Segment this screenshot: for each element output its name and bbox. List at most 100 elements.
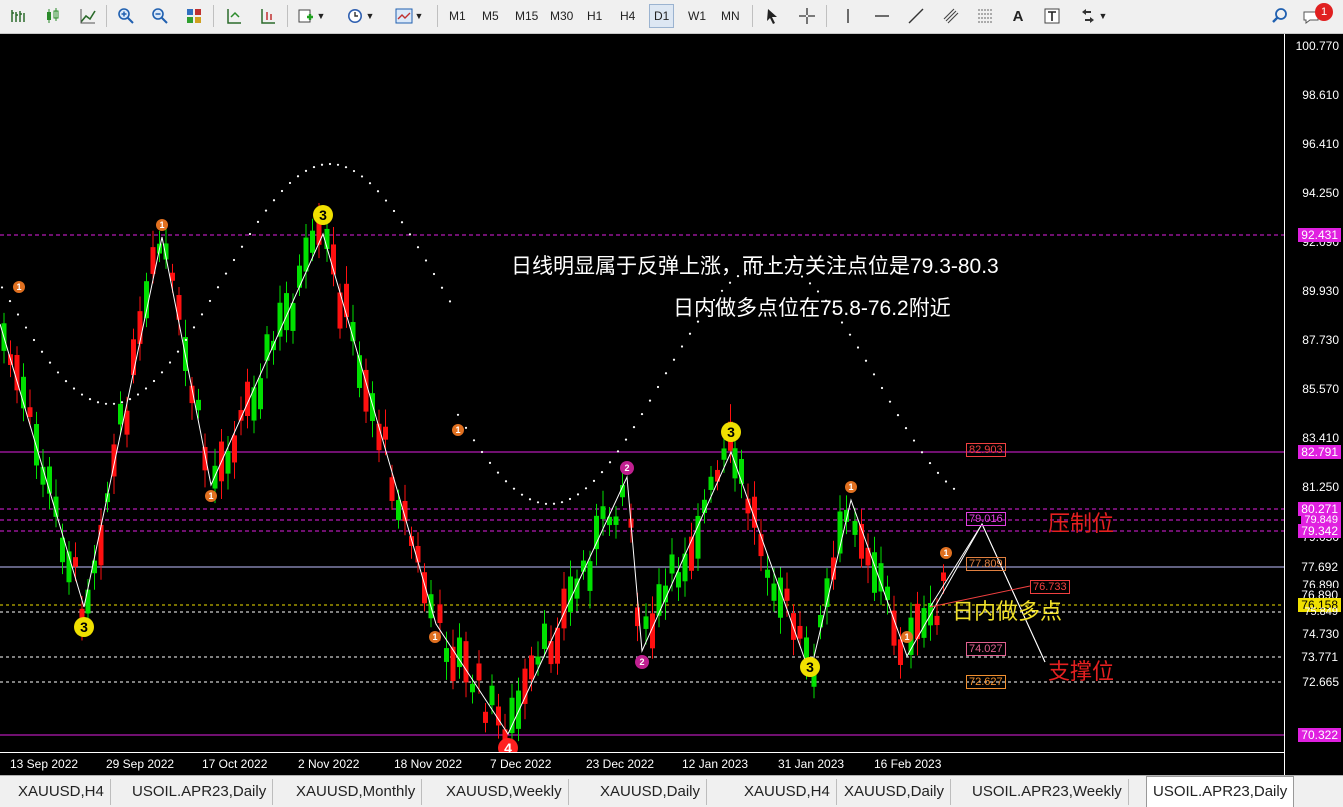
candle-body	[529, 655, 534, 680]
price-tick: 87.730	[1302, 333, 1339, 347]
sar-dot	[552, 502, 556, 505]
indicators-icon[interactable]: ▼	[296, 4, 326, 28]
timeframe-w1[interactable]: W1	[683, 4, 711, 28]
candle-body	[516, 690, 521, 729]
sar-dot	[216, 286, 220, 289]
candle-body	[14, 354, 20, 391]
candle-body	[721, 448, 727, 460]
chart-tabs: XAUUSD,H4 USOIL.APR23,Daily XAUUSD,Month…	[0, 775, 1343, 807]
crosshair-icon[interactable]	[795, 4, 819, 28]
sar-dot	[584, 487, 588, 490]
candle-body	[509, 697, 515, 734]
tab-xauusd-daily-2[interactable]: XAUUSD,Daily	[838, 779, 952, 805]
horizontal-line-icon[interactable]	[870, 4, 894, 28]
sar-dot	[264, 209, 268, 212]
zoom-out-icon[interactable]	[148, 4, 172, 28]
sar-dot	[32, 338, 36, 342]
tab-usoil-weekly[interactable]: USOIL.APR23,Weekly	[966, 779, 1129, 805]
zoom-in-icon[interactable]	[114, 4, 138, 28]
candle-body	[118, 403, 123, 425]
tab-xauusd-daily[interactable]: XAUUSD,Daily	[594, 779, 708, 805]
sar-dot	[120, 401, 124, 404]
wave-label-w1: 1	[208, 491, 213, 501]
sar-dot	[880, 386, 884, 390]
timeframe-h1[interactable]: H1	[582, 4, 607, 28]
candle-body	[489, 685, 495, 706]
price-chart[interactable]: 111111112233334 100.770 98.610 96.410 94…	[0, 34, 1343, 775]
periods-clock-icon[interactable]: ▼	[342, 4, 378, 28]
line-chart-icon[interactable]	[76, 4, 100, 28]
time-tick: 23 Dec 2022	[586, 757, 655, 771]
sar-dot	[504, 480, 508, 483]
price-marker-77692: 77.692	[1298, 560, 1341, 574]
candle-body	[771, 583, 777, 601]
tab-xauusd-h4-2[interactable]: XAUUSD,H4	[738, 779, 837, 805]
sar-dot	[728, 281, 732, 284]
label-74027: 74.027	[966, 642, 1006, 656]
sar-dot	[80, 393, 84, 396]
candlestick-icon[interactable]	[41, 4, 65, 28]
sar-dot	[888, 400, 892, 403]
sar-dot	[248, 232, 252, 236]
sar-dot	[472, 439, 476, 442]
toolbar: ▼ ▼ ▼ M1 M5 M15 M30 H1 H4 D1 W1 MN A ▼ 1	[0, 0, 1343, 34]
wave-label-w2: 2	[624, 463, 629, 473]
vertical-line-icon[interactable]	[836, 4, 860, 28]
chart-canvas: 111111112233334	[0, 162, 1285, 753]
text-icon[interactable]: A	[1006, 4, 1030, 28]
price-marker-79342: 79.342	[1298, 524, 1341, 538]
candle-body	[27, 407, 33, 417]
timeframe-m5[interactable]: M5	[477, 4, 504, 28]
tab-xauusd-h4[interactable]: XAUUSD,H4	[12, 779, 111, 805]
sar-dot	[848, 333, 852, 336]
wave-label-w1: 1	[943, 548, 948, 558]
timeframe-mn[interactable]: MN	[716, 4, 745, 28]
auto-scroll-icon[interactable]	[222, 4, 246, 28]
templates-icon[interactable]: ▼	[390, 4, 428, 28]
tab-xauusd-monthly[interactable]: XAUUSD,Monthly	[290, 779, 423, 805]
search-icon[interactable]	[1268, 4, 1292, 28]
candle-body	[613, 516, 619, 525]
wave-label-w3: 3	[806, 659, 814, 675]
sar-dot	[152, 379, 156, 383]
candle-body	[310, 230, 315, 253]
sar-dot	[8, 299, 12, 303]
candle-body	[344, 283, 349, 318]
candle-body	[784, 588, 790, 601]
chart-shift-icon[interactable]	[256, 4, 280, 28]
candle-body	[669, 554, 675, 574]
tile-windows-icon[interactable]	[182, 4, 206, 28]
sar-dot	[656, 385, 660, 389]
sar-dot	[680, 345, 684, 348]
sar-dot	[208, 299, 212, 303]
sar-dot	[104, 402, 108, 405]
timeframe-m1[interactable]: M1	[444, 4, 471, 28]
price-tick: 85.570	[1302, 382, 1339, 396]
sar-dot	[352, 169, 356, 173]
fibonacci-icon[interactable]	[972, 4, 998, 28]
time-tick: 16 Feb 2023	[874, 757, 942, 771]
tab-usoil-daily-active[interactable]: USOIL.APR23,Daily	[1146, 776, 1295, 807]
cursor-icon[interactable]	[760, 4, 784, 28]
tab-xauusd-weekly[interactable]: XAUUSD,Weekly	[440, 779, 569, 805]
equidistant-channel-icon[interactable]	[938, 4, 964, 28]
timeframe-h4[interactable]: H4	[615, 4, 640, 28]
timeframe-m30[interactable]: M30	[545, 4, 578, 28]
text-label-icon[interactable]	[1040, 4, 1064, 28]
timeframe-d1[interactable]: D1	[649, 4, 675, 28]
sar-dot	[192, 326, 196, 329]
sar-dot	[432, 272, 436, 276]
notifications-icon[interactable]: 1	[1300, 3, 1336, 28]
candle-body	[290, 303, 296, 331]
candle-body	[865, 547, 871, 566]
time-tick: 12 Jan 2023	[682, 757, 749, 771]
time-tick: 17 Oct 2022	[202, 757, 268, 771]
tab-usoil-daily[interactable]: USOIL.APR23,Daily	[126, 779, 274, 805]
sar-dot	[40, 350, 44, 353]
trend-line-icon[interactable]	[904, 4, 928, 28]
bar-chart-icon[interactable]	[6, 4, 30, 28]
arrows-icon[interactable]: ▼	[1074, 4, 1112, 28]
sar-dot	[272, 199, 276, 202]
sar-dot	[112, 402, 116, 405]
timeframe-m15[interactable]: M15	[510, 4, 543, 28]
